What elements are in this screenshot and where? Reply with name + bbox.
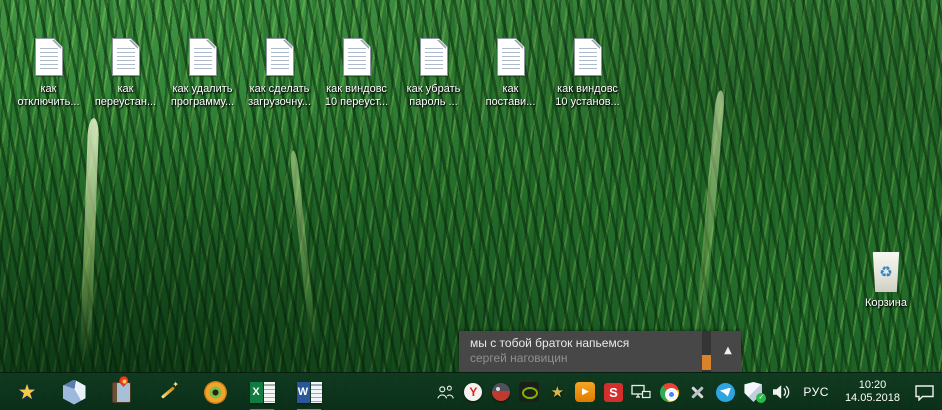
- file-label: какотключить...: [17, 83, 79, 109]
- recycle-bin-label: Корзина: [865, 297, 907, 309]
- star-tray-button[interactable]: ★: [547, 379, 567, 405]
- text-document-icon: [574, 38, 602, 76]
- chrome-icon: [660, 383, 679, 402]
- recycle-bin[interactable]: ♻ Корзина: [862, 252, 910, 309]
- network-icon: [631, 384, 651, 401]
- file-label: как удалитьпрограмму...: [171, 83, 234, 109]
- speaker-icon: [771, 384, 791, 400]
- file-label: как виндовс10 установ...: [555, 83, 619, 109]
- green-check-icon: ✓: [756, 393, 766, 403]
- shareman-tray-button[interactable]: S: [603, 379, 623, 405]
- desktop-file-7[interactable]: какпостави...: [472, 38, 549, 109]
- word-letter: W: [297, 382, 310, 403]
- track-artist: сергей наговицин: [470, 351, 568, 365]
- virtualbox-button[interactable]: [59, 373, 89, 410]
- defender-tray-button[interactable]: ✓: [743, 379, 763, 405]
- clock[interactable]: 10:20 14.05.2018: [841, 379, 904, 405]
- text-document-icon: [420, 38, 448, 76]
- track-title: мы с тобой браток напьемся: [470, 336, 629, 350]
- text-document-icon: [112, 38, 140, 76]
- notification-bubble-icon: [914, 384, 935, 401]
- language-indicator[interactable]: РУС: [799, 385, 833, 399]
- file-label: как сделатьзагрузочну...: [248, 83, 311, 109]
- telegram-icon: [716, 383, 735, 402]
- desktop-wallpaper: какотключить... какпереустан... как удал…: [0, 0, 942, 410]
- uninstaller-button[interactable]: [106, 373, 136, 410]
- excel-button[interactable]: X: [247, 373, 277, 410]
- nvidia-settings-button[interactable]: [519, 379, 539, 405]
- now-playing-popup: мы с тобой браток напьемся сергей нагови…: [459, 331, 741, 372]
- clock-time: 10:20: [845, 379, 900, 392]
- volume-slider[interactable]: [702, 331, 711, 372]
- text-document-icon: [497, 38, 525, 76]
- desktop-file-4[interactable]: как сделатьзагрузочну...: [241, 38, 318, 109]
- media-player-tray-button[interactable]: ▶: [575, 379, 595, 405]
- flame-icon: [117, 374, 130, 387]
- desktop-file-3[interactable]: как удалитьпрограмму...: [164, 38, 241, 109]
- magic-wand-icon: ✦: [158, 382, 178, 402]
- yandex-browser-tray-button[interactable]: Y: [463, 379, 483, 405]
- sparkle-icon: ✦: [172, 380, 179, 389]
- uninstaller-icon: [112, 382, 131, 403]
- file-label: какпереустан...: [95, 83, 156, 109]
- document-icon: [311, 382, 322, 403]
- grass-blade-highlight: [694, 90, 726, 350]
- tools-tray-button[interactable]: [687, 379, 707, 405]
- excel-icon: X: [250, 382, 275, 403]
- desktop-file-1[interactable]: какотключить...: [10, 38, 87, 109]
- people-icon: [435, 384, 455, 401]
- virtualbox-cube-icon: [63, 380, 86, 405]
- crossed-tools-icon: [688, 383, 706, 401]
- file-label: как виндовс10 переуст...: [325, 83, 388, 109]
- action-center-button[interactable]: [912, 379, 936, 405]
- desktop-file-8[interactable]: как виндовс10 установ...: [549, 38, 626, 109]
- chrome-tray-button[interactable]: [659, 379, 679, 405]
- desktop-file-2[interactable]: какпереустан...: [87, 38, 164, 109]
- play-icon: ▶: [575, 382, 595, 402]
- recycle-bin-icon: ♻: [871, 252, 901, 292]
- grass-blade-highlight: [290, 150, 318, 350]
- text-document-icon: [35, 38, 63, 76]
- star-launcher-button[interactable]: ★: [12, 373, 42, 410]
- magic-wand-button[interactable]: ✦: [153, 373, 183, 410]
- expand-up-icon[interactable]: ▲: [719, 344, 737, 358]
- word-icon: W: [297, 382, 322, 403]
- text-document-icon: [343, 38, 371, 76]
- spreadsheet-icon: [264, 382, 275, 403]
- star-icon: ★: [18, 382, 37, 403]
- people-button[interactable]: [435, 379, 455, 405]
- clock-date: 14.05.2018: [845, 392, 900, 405]
- xnview-icon: [204, 381, 227, 404]
- yandex-icon: Y: [464, 383, 482, 401]
- telegram-tray-button[interactable]: [715, 379, 735, 405]
- s-app-icon: S: [604, 383, 623, 402]
- xnview-button[interactable]: [200, 373, 230, 410]
- file-label: какпостави...: [486, 83, 536, 109]
- volume-button[interactable]: [771, 379, 791, 405]
- round-app-icon: [492, 383, 510, 401]
- network-button[interactable]: [631, 379, 651, 405]
- taskbar: ★ ✦ X: [0, 372, 942, 410]
- recycle-icon: ♻: [879, 265, 892, 280]
- word-button[interactable]: W: [294, 373, 324, 410]
- grass-blade-highlight: [80, 118, 99, 358]
- text-document-icon: [266, 38, 294, 76]
- desktop-file-6[interactable]: как убратьпароль ...: [395, 38, 472, 109]
- desktop-icons-row: какотключить... какпереустан... как удал…: [10, 38, 626, 109]
- tray-app-button[interactable]: [491, 379, 511, 405]
- nvidia-icon: [519, 382, 539, 402]
- taskbar-app-icons: ★ ✦ X: [12, 373, 341, 410]
- star-icon: ★: [551, 385, 564, 400]
- system-tray: Y ★ ▶ S: [435, 373, 936, 410]
- text-document-icon: [189, 38, 217, 76]
- volume-slider-handle[interactable]: [702, 355, 711, 370]
- desktop-file-5[interactable]: как виндовс10 переуст...: [318, 38, 395, 109]
- file-label: как убратьпароль ...: [407, 83, 461, 109]
- excel-letter: X: [250, 382, 263, 403]
